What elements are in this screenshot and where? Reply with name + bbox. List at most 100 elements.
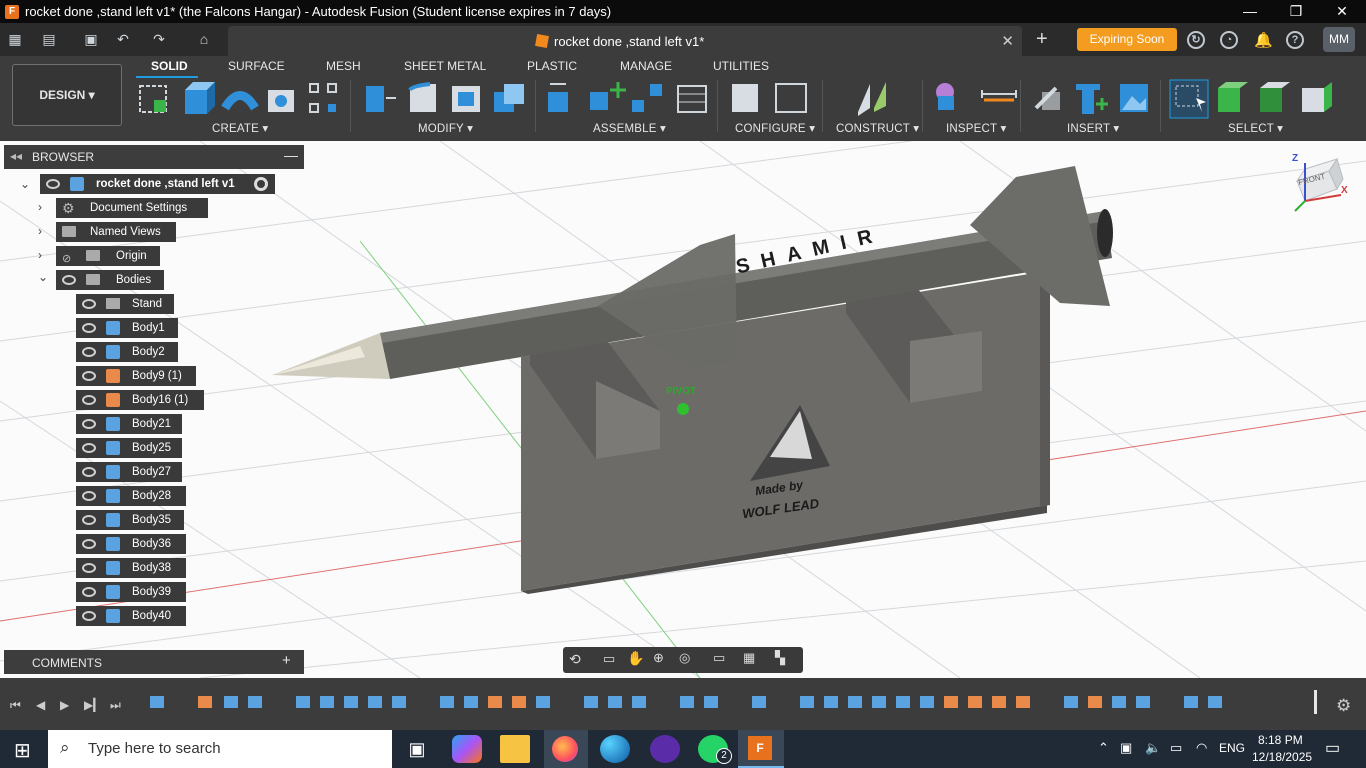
job-status-icon[interactable]: ◔ [1220,31,1238,49]
start-windows-icon[interactable]: ⊞ [14,738,31,763]
body-item[interactable]: Body39 [76,582,186,602]
undo-icon[interactable]: ↶ [114,31,132,47]
modify-menu[interactable]: MODIFY ▾ [418,121,473,135]
create-menu[interactable]: CREATE ▾ [212,121,268,135]
browser-item-bodies[interactable]: Bodies [56,270,164,290]
user-avatar[interactable]: MM [1323,27,1355,52]
browser-root-item[interactable]: rocket done ,stand left v1 [40,174,275,194]
timeline-settings-gear-icon[interactable]: ⚙ [1336,696,1351,716]
extensions-icon[interactable]: ↻ [1187,31,1205,49]
go-to-end-icon[interactable]: ⏭ [110,698,121,713]
look-at-icon[interactable]: ▭ [603,651,615,667]
body-item[interactable]: Body38 [76,558,186,578]
visibility-eye-icon[interactable] [82,347,96,357]
redo-icon[interactable]: ↷ [150,31,168,47]
help-icon[interactable]: ? [1286,31,1304,49]
active-radio-icon[interactable] [254,177,268,191]
tab-surface[interactable]: SURFACE [228,59,285,73]
body-item[interactable]: Body1 [76,318,178,338]
visibility-eye-icon[interactable] [82,563,96,573]
taskbar-search-box[interactable]: ⌕ Type here to search [48,730,392,768]
visibility-eye-icon[interactable] [82,587,96,597]
model-scene[interactable] [0,141,1366,678]
select-menu[interactable]: SELECT ▾ [1228,121,1283,135]
body-item[interactable]: Body28 [76,486,186,506]
chevron-down-icon[interactable]: ⌄ [20,177,30,191]
collapse-panel-icon[interactable]: ◂◂ [10,149,22,163]
chevron-right-icon[interactable]: › [38,248,42,262]
body-item[interactable]: Body2 [76,342,178,362]
tab-utilities[interactable]: UTILITIES [713,59,769,73]
close-button[interactable]: ✕ [1319,0,1365,23]
document-tab[interactable]: rocket done ,stand left v1* ✕ [228,26,1022,56]
visibility-eye-icon[interactable] [82,515,96,525]
browser-minimize-icon[interactable]: — [284,147,298,163]
tray-app-icon[interactable]: ▣ [1120,740,1132,756]
volume-icon[interactable]: 🔈 [1145,740,1161,756]
browser-item-document-settings[interactable]: ⚙ Document Settings [56,198,208,218]
wifi-icon[interactable]: ◠ [1196,740,1207,756]
chevron-down-icon[interactable]: ⌄ [38,270,48,284]
visibility-eye-icon[interactable] [82,299,96,309]
fit-icon[interactable]: ◎ [679,650,690,666]
home-icon[interactable]: ⌂ [195,31,213,47]
body-item[interactable]: Stand [76,294,174,314]
insert-menu[interactable]: INSERT ▾ [1067,121,1119,135]
notifications-icon[interactable]: 🔔 [1254,31,1273,49]
canvas-viewport[interactable]: PIVOT SHAMIR Made by WOLF LEAD FRONT Z X [0,141,1366,678]
visibility-eye-icon[interactable] [82,443,96,453]
timeline-features[interactable] [140,690,1320,714]
meta-app-icon[interactable] [650,735,680,763]
step-back-icon[interactable]: ◀ [36,698,45,712]
visibility-eye-icon[interactable] [82,395,96,405]
edge-icon[interactable] [600,735,630,763]
fusion-taskbar-button[interactable]: F [738,730,784,768]
chevron-right-icon[interactable]: › [38,200,42,214]
body-item[interactable]: Body9 (1) [76,366,196,386]
workspace-switcher[interactable]: DESIGN ▾ [12,64,122,126]
tab-solid[interactable]: SOLID [151,59,188,73]
tab-manage[interactable]: MANAGE [620,59,672,73]
new-tab-icon[interactable]: + [1036,28,1048,51]
expiring-soon-button[interactable]: Expiring Soon [1077,28,1177,51]
visibility-eye-icon[interactable] [46,179,60,189]
language-indicator[interactable]: ENG [1219,741,1245,755]
visibility-eye-icon[interactable] [82,611,96,621]
browser-panel-header[interactable]: ◂◂ BROWSER — [4,145,304,169]
viewports-icon[interactable]: ▚ [775,650,785,666]
step-forward-icon[interactable]: ▶▎ [84,698,102,712]
tab-sheet-metal[interactable]: SHEET METAL [404,59,486,73]
play-icon[interactable]: ▶ [60,698,69,712]
body-item[interactable]: Body25 [76,438,182,458]
body-item[interactable]: Body35 [76,510,184,530]
assemble-menu[interactable]: ASSEMBLE ▾ [593,121,666,135]
visibility-eye-icon[interactable] [82,419,96,429]
close-tab-icon[interactable]: ✕ [1001,32,1014,50]
visibility-eye-icon[interactable] [82,491,96,501]
file-menu-icon[interactable]: ▤ [40,31,58,47]
firefox-taskbar-button[interactable] [544,730,588,768]
body-item[interactable]: Body40 [76,606,186,626]
inspect-menu[interactable]: INSPECT ▾ [946,121,1006,135]
battery-icon[interactable]: ▭ [1170,740,1182,756]
visibility-eye-icon[interactable] [82,467,96,477]
zoom-icon[interactable]: ⊕ [653,650,664,666]
file-explorer-icon[interactable] [500,735,530,763]
tab-mesh[interactable]: MESH [326,59,361,73]
clock-time[interactable]: 8:18 PM [1258,733,1303,747]
visibility-eye-icon[interactable] [82,539,96,549]
clock-date[interactable]: 12/18/2025 [1252,750,1312,764]
orbit-icon[interactable]: ⟲ [569,651,581,668]
pan-icon[interactable]: ✋ [627,650,644,667]
restore-button[interactable]: ❐ [1273,0,1319,23]
add-comment-icon[interactable]: + [282,652,291,669]
browser-item-named-views[interactable]: Named Views [56,222,176,242]
construct-menu[interactable]: CONSTRUCT ▾ [836,121,919,135]
visibility-eye-icon[interactable] [82,323,96,333]
minimize-button[interactable]: — [1227,0,1273,23]
body-item[interactable]: Body16 (1) [76,390,204,410]
hidden-eye-icon[interactable]: ⊘ [62,249,71,269]
body-item[interactable]: Body27 [76,462,182,482]
app-grid-icon[interactable]: ▦ [6,31,24,47]
copilot-icon[interactable] [452,735,482,763]
